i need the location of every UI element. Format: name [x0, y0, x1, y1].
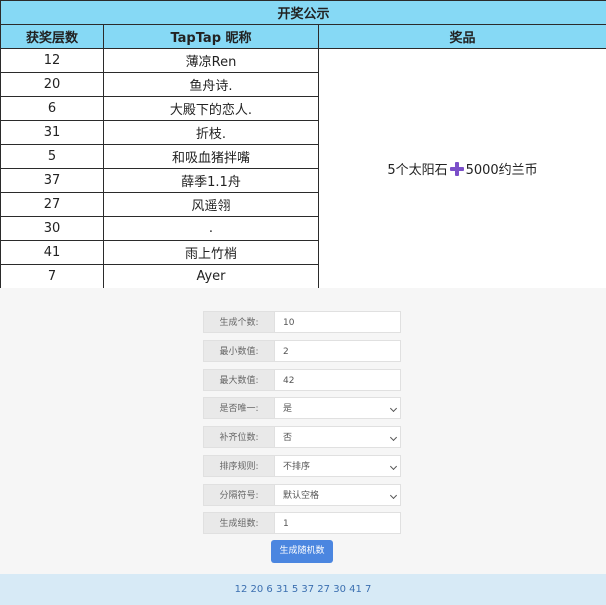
- sort-row: 排序规则: 不排序: [203, 455, 401, 477]
- groups-row: 生成组数: 1: [203, 512, 401, 534]
- floor-cell: 5: [1, 145, 104, 169]
- chevron-down-icon: [390, 405, 397, 412]
- count-row: 生成个数: 10: [203, 311, 401, 333]
- prize-cell: 5个太阳石 5000约兰币: [319, 49, 606, 289]
- nickname-cell: 大殿下的恋人.: [104, 97, 319, 121]
- header-prize: 奖品: [319, 25, 606, 49]
- unique-label: 是否唯一:: [203, 397, 275, 419]
- min-input[interactable]: 2: [275, 340, 401, 362]
- separator-label: 分隔符号:: [203, 484, 275, 506]
- header-floor: 获奖层数: [1, 25, 104, 49]
- floor-cell: 7: [1, 265, 104, 289]
- pad-select[interactable]: 否: [275, 426, 401, 448]
- floor-cell: 31: [1, 121, 104, 145]
- nickname-cell: 风遥翎: [104, 193, 319, 217]
- nickname-cell: 折枝.: [104, 121, 319, 145]
- max-label: 最大数值:: [203, 369, 275, 391]
- groups-label: 生成组数:: [203, 512, 275, 534]
- nickname-cell: 雨上竹梢: [104, 241, 319, 265]
- floor-cell: 37: [1, 169, 104, 193]
- chevron-down-icon: [390, 463, 397, 470]
- unique-value: 是: [283, 404, 292, 414]
- chevron-down-icon: [390, 434, 397, 441]
- floor-cell: 30: [1, 217, 104, 241]
- separator-value: 默认空格: [283, 491, 319, 501]
- min-label: 最小数值:: [203, 340, 275, 362]
- max-row: 最大数值: 42: [203, 369, 401, 391]
- table-title: 开奖公示: [1, 1, 606, 25]
- max-input[interactable]: 42: [275, 369, 401, 391]
- sort-value: 不排序: [283, 462, 310, 472]
- separator-select[interactable]: 默认空格: [275, 484, 401, 506]
- pad-label: 补齐位数:: [203, 426, 275, 448]
- award-table: 开奖公示 获奖层数 TapTap 昵称 奖品 12 薄凉Ren 5个太阳石500…: [0, 0, 606, 289]
- plus-icon: [450, 162, 464, 176]
- count-label: 生成个数:: [203, 311, 275, 333]
- generate-button[interactable]: 生成随机数: [271, 540, 333, 563]
- min-row: 最小数值: 2: [203, 340, 401, 362]
- nickname-cell: 薄凉Ren: [104, 49, 319, 73]
- nickname-cell: 和吸血猪拌嘴: [104, 145, 319, 169]
- chevron-down-icon: [390, 492, 397, 499]
- nickname-cell: 薛季1.1舟: [104, 169, 319, 193]
- separator-row: 分隔符号: 默认空格: [203, 484, 401, 506]
- result-output: 12 20 6 31 5 37 27 30 41 7: [0, 574, 606, 605]
- prize-part2: 5000约兰币: [466, 163, 538, 178]
- count-input[interactable]: 10: [275, 311, 401, 333]
- nickname-cell: .: [104, 217, 319, 241]
- header-nickname: TapTap 昵称: [104, 25, 319, 49]
- sort-label: 排序规则:: [203, 455, 275, 477]
- unique-row: 是否唯一: 是: [203, 397, 401, 419]
- floor-cell: 6: [1, 97, 104, 121]
- floor-cell: 41: [1, 241, 104, 265]
- floor-cell: 20: [1, 73, 104, 97]
- prize-part1: 5个太阳石: [387, 163, 447, 178]
- nickname-cell: 鱼舟诗.: [104, 73, 319, 97]
- table-row: 12 薄凉Ren 5个太阳石5000约兰币: [1, 49, 606, 73]
- floor-cell: 12: [1, 49, 104, 73]
- unique-select[interactable]: 是: [275, 397, 401, 419]
- floor-cell: 27: [1, 193, 104, 217]
- nickname-cell: Ayer: [104, 265, 319, 289]
- pad-value: 否: [283, 433, 292, 443]
- sort-select[interactable]: 不排序: [275, 455, 401, 477]
- pad-row: 补齐位数: 否: [203, 426, 401, 448]
- groups-input[interactable]: 1: [275, 512, 401, 534]
- random-generator-panel: 生成个数: 10 最小数值: 2 最大数值: 42 是否唯一: 是 补齐位数: …: [0, 288, 606, 603]
